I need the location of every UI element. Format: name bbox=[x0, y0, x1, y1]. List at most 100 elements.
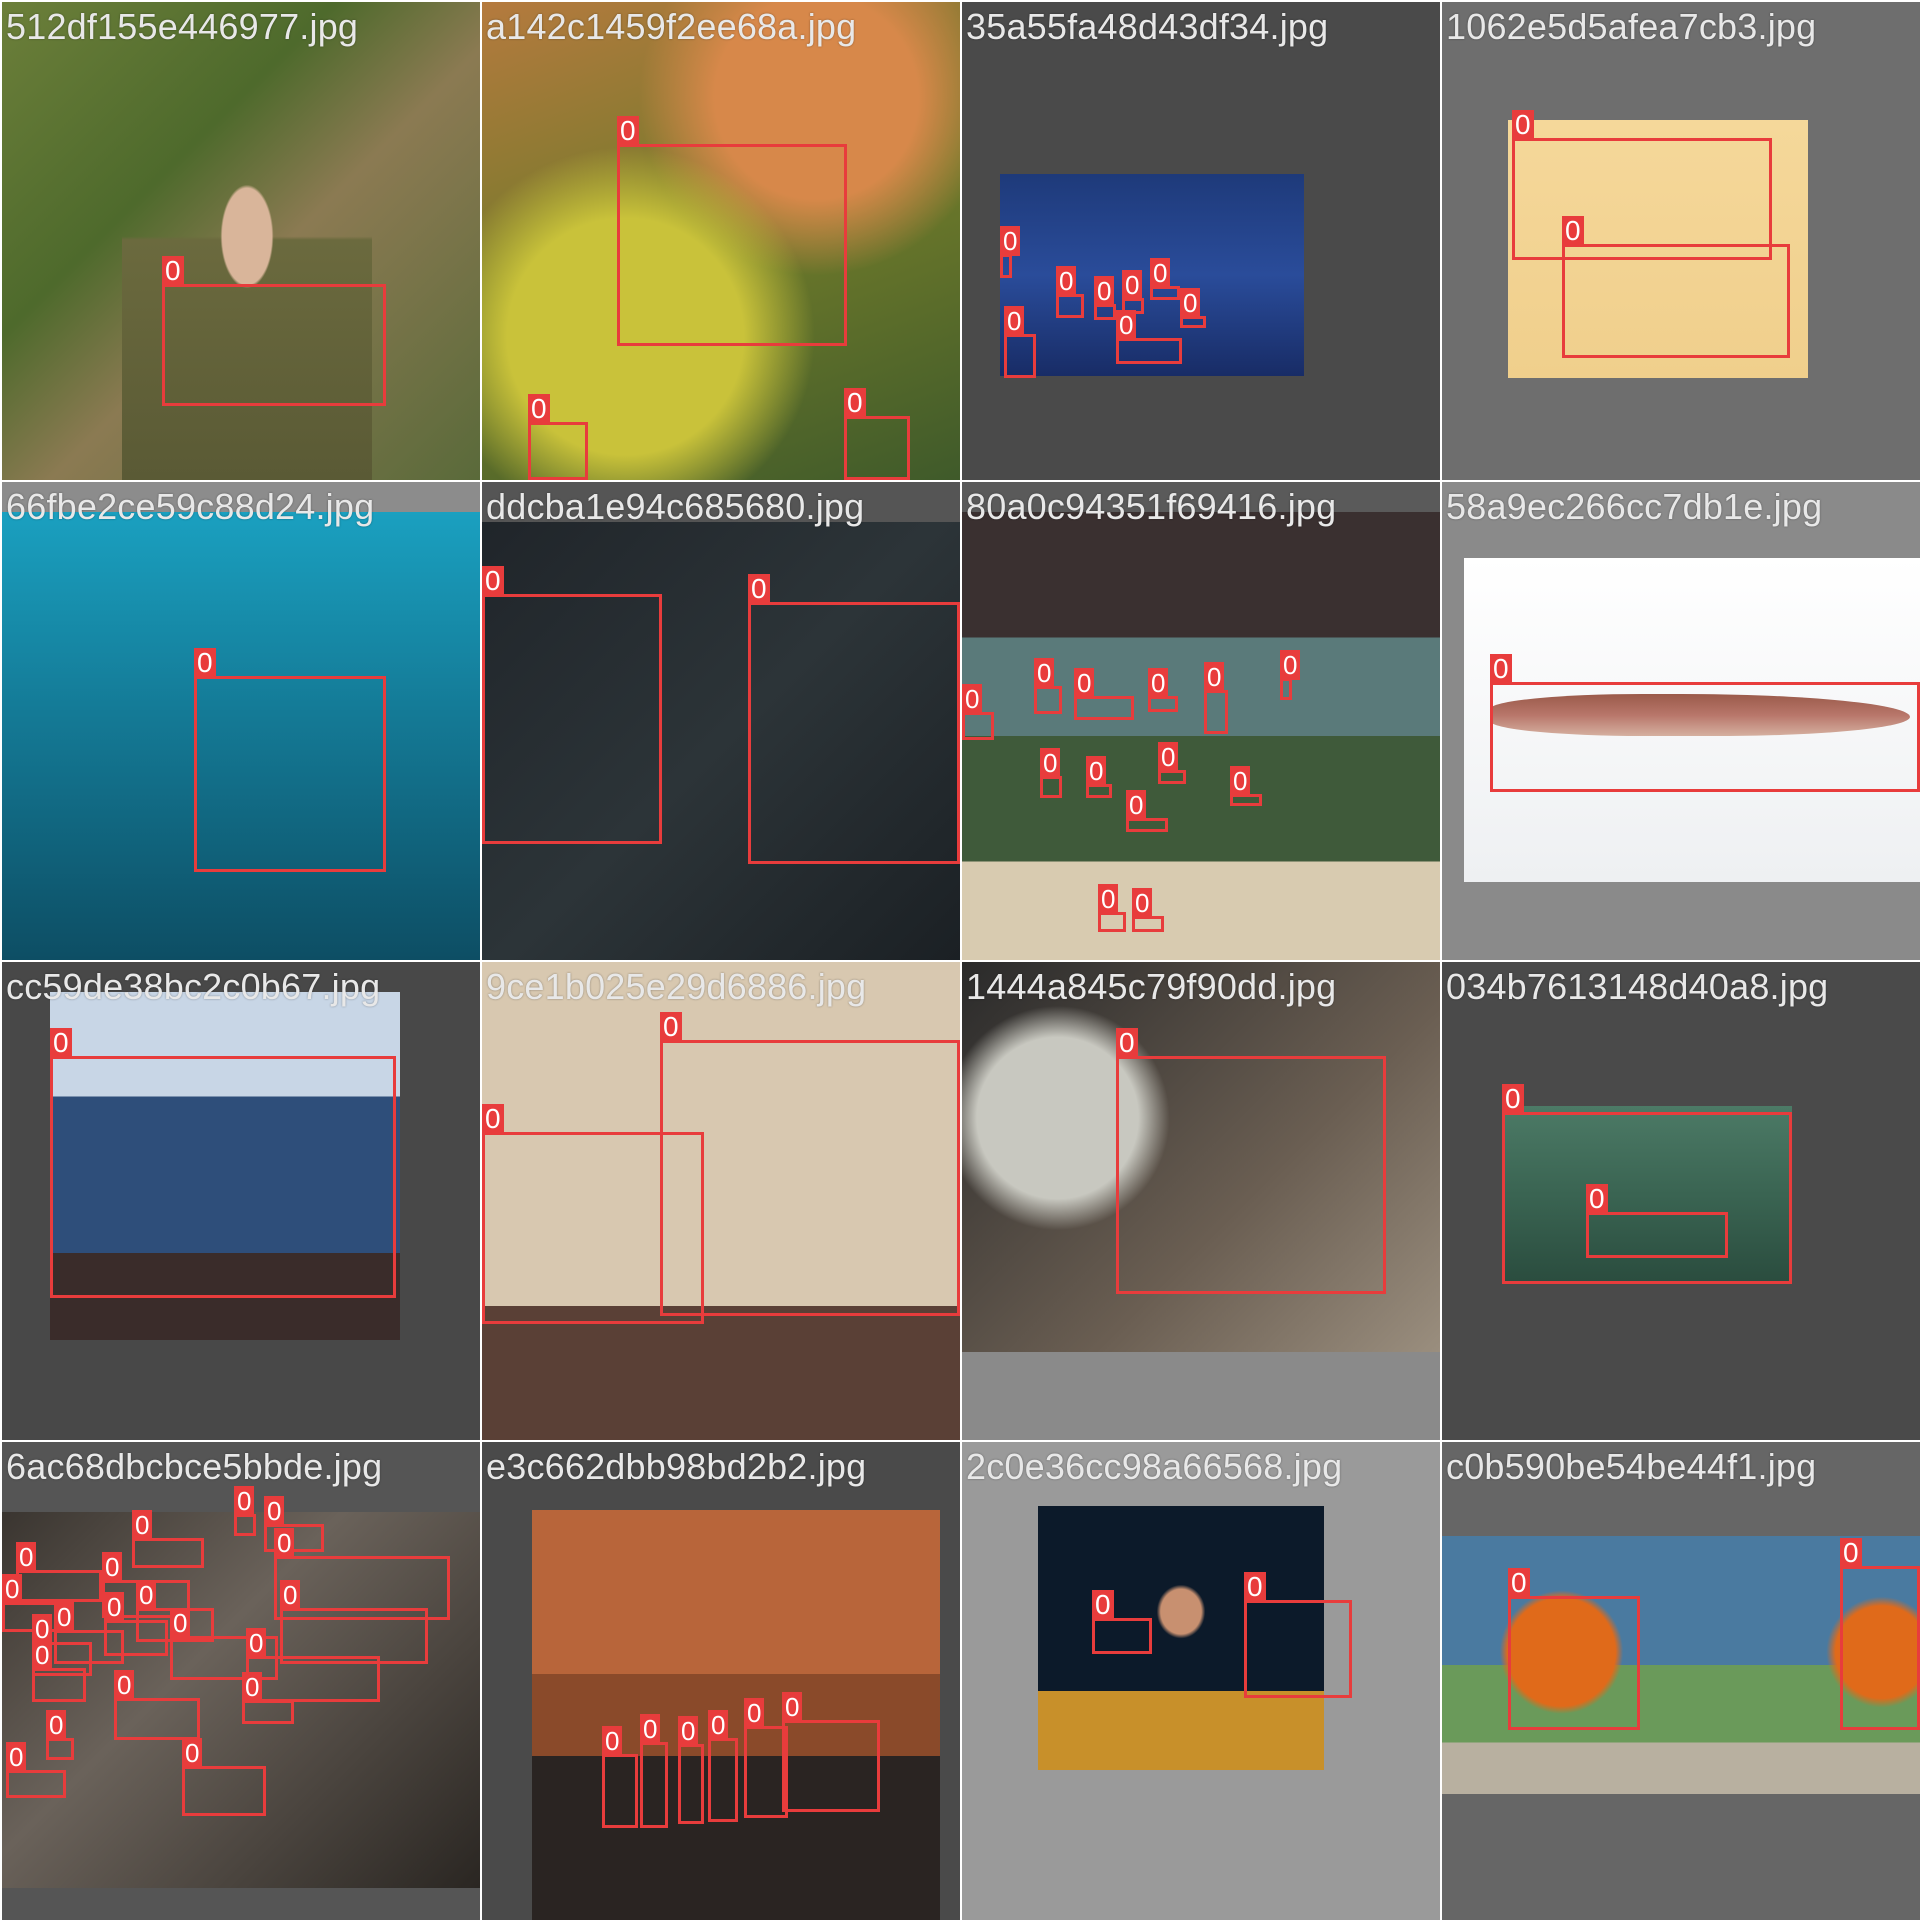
class-label: 0 bbox=[54, 1602, 75, 1632]
tile-6[interactable]: ddcba1e94c685680.jpg 0 0 bbox=[482, 482, 960, 960]
class-label: 0 bbox=[1280, 650, 1301, 680]
class-label: 0 bbox=[170, 1608, 191, 1638]
tile-filename: c0b590be54be44f1.jpg bbox=[1446, 1446, 1817, 1487]
tile-13[interactable]: 6ac68dbcbce5bbde.jpg 0 0 0 0 0 0 0 0 0 0… bbox=[2, 1442, 480, 1920]
class-label: 0 bbox=[528, 394, 550, 424]
detection-box: 0 bbox=[1094, 276, 1116, 320]
tile-4[interactable]: 1062e5d5afea7cb3.jpg 0 0 bbox=[1442, 2, 1920, 480]
detection-box: 0 bbox=[132, 1510, 204, 1568]
detection-box: 0 bbox=[1244, 1572, 1352, 1698]
detection-box: 0 bbox=[1840, 1538, 1920, 1730]
class-label: 0 bbox=[1074, 668, 1095, 698]
tile-3[interactable]: 35a55fa48d43df34.jpg 0 0 0 0 0 0 0 0 bbox=[962, 2, 1440, 480]
detection-box: 0 bbox=[234, 1486, 256, 1536]
tile-16[interactable]: c0b590be54be44f1.jpg 0 0 bbox=[1442, 1442, 1920, 1920]
tile-filename: 58a9ec266cc7db1e.jpg bbox=[1446, 486, 1823, 527]
class-label: 0 bbox=[46, 1710, 67, 1740]
detection-box: 0 bbox=[1586, 1184, 1728, 1258]
class-label: 0 bbox=[660, 1012, 682, 1042]
detection-box: 0 bbox=[640, 1714, 668, 1828]
detection-box: 0 bbox=[528, 394, 588, 480]
class-label: 0 bbox=[1116, 310, 1137, 340]
detection-box: 0 bbox=[1056, 266, 1084, 318]
tile-1[interactable]: 512df155e446977.jpg 0 bbox=[2, 2, 480, 480]
detection-box: 0 bbox=[242, 1672, 294, 1724]
detection-box: 0 bbox=[1040, 748, 1062, 798]
detection-box: 0 bbox=[1508, 1568, 1640, 1730]
detection-box: 0 bbox=[1004, 306, 1036, 378]
class-label: 0 bbox=[182, 1738, 203, 1768]
tile-filename: e3c662dbb98bd2b2.jpg bbox=[486, 1446, 867, 1487]
tile-9[interactable]: cc59de38bc2c0b67.jpg 0 bbox=[2, 962, 480, 1440]
class-label: 0 bbox=[1230, 766, 1251, 796]
tile-10[interactable]: 9ce1b025e29d6886.jpg 0 0 bbox=[482, 962, 960, 1440]
detection-box: 0 bbox=[16, 1542, 102, 1602]
detection-box: 0 bbox=[1204, 662, 1228, 734]
image-grid: 512df155e446977.jpg 0 a142c1459f2ee68a.j… bbox=[0, 0, 1920, 1920]
class-label: 0 bbox=[1086, 756, 1107, 786]
detection-box: 0 bbox=[1150, 258, 1180, 300]
tile-filename: 1062e5d5afea7cb3.jpg bbox=[1446, 6, 1817, 47]
detection-box: 0 bbox=[617, 116, 847, 346]
class-label: 0 bbox=[844, 388, 866, 418]
detection-box: 0 bbox=[46, 1710, 74, 1760]
class-label: 0 bbox=[1126, 790, 1147, 820]
tile-15[interactable]: 2c0e36cc98a66568.jpg 0 0 bbox=[962, 1442, 1440, 1920]
class-label: 0 bbox=[1244, 1572, 1266, 1602]
detection-box: 0 bbox=[708, 1710, 738, 1822]
tile-5[interactable]: 66fbe2ce59c88d24.jpg 0 bbox=[2, 482, 480, 960]
detection-box: 0 bbox=[1086, 756, 1112, 798]
class-label: 0 bbox=[1094, 276, 1115, 306]
class-label: 0 bbox=[1512, 110, 1534, 140]
tile-filename: a142c1459f2ee68a.jpg bbox=[486, 6, 857, 47]
detection-box: 0 bbox=[32, 1640, 86, 1702]
detection-box: 0 bbox=[1280, 650, 1301, 700]
class-label: 0 bbox=[482, 566, 504, 596]
detection-box: 0 bbox=[1116, 1028, 1386, 1294]
tile-11[interactable]: 1444a845c79f90dd.jpg 0 bbox=[962, 962, 1440, 1440]
detection-box: 0 bbox=[678, 1716, 704, 1824]
class-label: 0 bbox=[1148, 668, 1169, 698]
class-label: 0 bbox=[194, 648, 216, 678]
class-label: 0 bbox=[1562, 216, 1584, 246]
tile-filename: 80a0c94351f69416.jpg bbox=[966, 486, 1337, 527]
class-label: 0 bbox=[1840, 1538, 1862, 1568]
detection-box: 0 bbox=[1502, 1084, 1792, 1284]
class-label: 0 bbox=[617, 116, 639, 146]
class-label: 0 bbox=[962, 684, 983, 714]
tile-14[interactable]: e3c662dbb98bd2b2.jpg 0 0 0 0 0 0 bbox=[482, 1442, 960, 1920]
class-label: 0 bbox=[1158, 742, 1179, 772]
class-label: 0 bbox=[280, 1580, 301, 1610]
detection-box: 0 bbox=[844, 388, 910, 480]
class-label: 0 bbox=[1508, 1568, 1530, 1598]
detection-box: 0 bbox=[1180, 288, 1206, 328]
tile-filename: 6ac68dbcbce5bbde.jpg bbox=[6, 1446, 383, 1487]
detection-box: 0 bbox=[1116, 310, 1182, 364]
class-label: 0 bbox=[1150, 258, 1171, 288]
tile-8[interactable]: 58a9ec266cc7db1e.jpg 0 bbox=[1442, 482, 1920, 960]
tile-filename: 2c0e36cc98a66568.jpg bbox=[966, 1446, 1343, 1487]
tile-filename: 034b7613148d40a8.jpg bbox=[1446, 966, 1829, 1007]
detection-box: 0 bbox=[1074, 668, 1134, 720]
tile-filename: 66fbe2ce59c88d24.jpg bbox=[6, 486, 375, 527]
tile-12[interactable]: 034b7613148d40a8.jpg 0 0 bbox=[1442, 962, 1920, 1440]
detection-box: 0 bbox=[1034, 658, 1062, 714]
detection-box: 0 bbox=[162, 256, 386, 406]
tile-filename: 9ce1b025e29d6886.jpg bbox=[486, 966, 867, 1007]
tile-7[interactable]: 80a0c94351f69416.jpg 0 0 0 0 0 0 0 0 0 0… bbox=[962, 482, 1440, 960]
class-label: 0 bbox=[482, 1104, 504, 1134]
detection-box: 0 bbox=[1490, 654, 1920, 792]
class-label: 0 bbox=[264, 1496, 285, 1526]
detection-box: 0 bbox=[782, 1692, 880, 1812]
class-label: 0 bbox=[242, 1672, 263, 1702]
tile-filename: ddcba1e94c685680.jpg bbox=[486, 486, 865, 527]
class-label: 0 bbox=[234, 1486, 255, 1516]
detection-box: 0 bbox=[1132, 888, 1164, 932]
class-label: 0 bbox=[1098, 884, 1119, 914]
detection-box: 0 bbox=[962, 684, 994, 740]
class-label: 0 bbox=[1502, 1084, 1524, 1114]
tile-2[interactable]: a142c1459f2ee68a.jpg 0 0 0 bbox=[482, 2, 960, 480]
class-label: 0 bbox=[708, 1710, 729, 1740]
class-label: 0 bbox=[1180, 288, 1201, 318]
class-label: 0 bbox=[50, 1028, 72, 1058]
